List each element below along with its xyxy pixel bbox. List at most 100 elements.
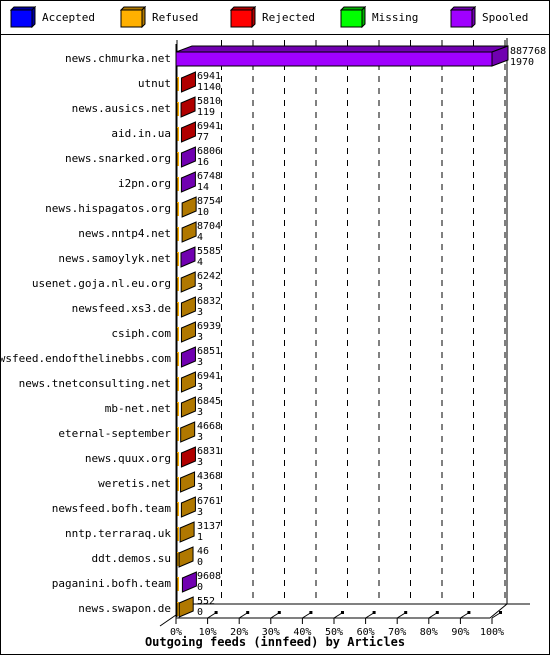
- bar: [180, 271, 196, 293]
- category-label: news.tnetconsulting.net: [19, 377, 171, 390]
- bar-row: news.quux.org 68313: [85, 446, 221, 468]
- offered-value-label: 5585: [197, 246, 221, 257]
- offered-value-label: 6832: [197, 296, 221, 307]
- category-label: news.snarked.org: [65, 152, 171, 165]
- bar: [180, 396, 196, 418]
- bar-row: news.chmurka.net 8877681970: [65, 45, 546, 68]
- offered-value-label: 6242: [197, 271, 221, 282]
- bar: [180, 171, 196, 193]
- bar-row: mb-net.net 68453: [105, 396, 221, 418]
- category-label: news.chmurka.net: [65, 52, 171, 65]
- category-label: paganini.bofh.team: [52, 577, 172, 590]
- bar: [181, 571, 197, 593]
- bar: [180, 296, 196, 318]
- bar-row: aid.in.ua 694177: [111, 121, 221, 143]
- accepted-value-label: 0: [197, 557, 203, 568]
- x-axis-title: Outgoing feeds (innfeed) by Articles: [145, 635, 405, 649]
- offered-value-label: 6941: [197, 71, 221, 82]
- bar-row: news.samoylyk.net 55854: [58, 246, 221, 268]
- accepted-value-label: 1140: [197, 82, 221, 93]
- x-tick-marker: [214, 611, 218, 614]
- accepted-value-label: 10: [197, 207, 209, 218]
- category-label: news.swapon.de: [78, 602, 171, 615]
- bar-row: news.snarked.org 680616: [65, 146, 221, 168]
- bar-row: news.tnetconsulting.net 69413: [19, 371, 221, 393]
- accepted-value-label: 1: [197, 532, 203, 543]
- x-tick-depth: [460, 612, 469, 619]
- accepted-value-label: 3: [197, 432, 203, 443]
- x-tick-depth: [270, 612, 280, 619]
- accepted-value-label: 3: [197, 482, 203, 493]
- category-label: newsfeed.endofthelinebbs.com: [0, 352, 171, 365]
- category-label: news.hispagatos.org: [45, 202, 171, 215]
- bar: [178, 546, 194, 568]
- bar-row: usenet.goja.nl.eu.org 62423: [32, 271, 221, 293]
- bar: [180, 371, 196, 393]
- offered-value-label: 6851: [197, 346, 221, 357]
- accepted-value-label: 14: [197, 182, 209, 193]
- bar: [180, 471, 196, 493]
- offered-value-label: 6748: [197, 171, 221, 182]
- category-label: newsfeed.xs3.de: [72, 302, 171, 315]
- category-label: news.quux.org: [85, 452, 171, 465]
- accepted-value-label: 4: [197, 257, 203, 268]
- x-tick-marker: [341, 611, 344, 614]
- bar-row: news.nntp4.net 87044: [78, 221, 221, 243]
- bar-row: utnut 69411140: [138, 71, 221, 93]
- bar: [180, 346, 196, 368]
- bar-row: ddt.demos.su 460: [92, 546, 210, 568]
- bar: [180, 421, 196, 443]
- offered-value-label: 4668: [197, 421, 221, 432]
- x-tick-marker: [404, 611, 408, 614]
- x-tick-marker: [372, 611, 376, 614]
- bar-row: weretis.net 43683: [98, 471, 221, 493]
- bar-top: [175, 45, 509, 53]
- offered-value-label: 5810: [197, 96, 221, 107]
- bar-row: newsfeed.xs3.de 68323: [72, 296, 221, 318]
- axis-front-right-depth: [489, 603, 508, 619]
- x-tick-depth: [333, 612, 343, 619]
- offered-value-label: 4368: [197, 471, 221, 482]
- bar-row: news.hispagatos.org 875410: [45, 196, 221, 218]
- x-tick-depth: [365, 612, 374, 619]
- bar-row: paganini.bofh.team 96080: [52, 571, 221, 593]
- bar-row: news.swapon.de 5520: [78, 596, 215, 618]
- category-label: nntp.terraraq.uk: [65, 527, 171, 540]
- bar: [178, 596, 194, 618]
- category-label: news.nntp4.net: [78, 227, 171, 240]
- category-label: news.samoylyk.net: [58, 252, 171, 265]
- category-label: i2pn.org: [118, 177, 171, 190]
- bar: [180, 146, 196, 168]
- accepted-value-label: 3: [197, 307, 203, 318]
- bar-row: nntp.terraraq.uk 31371: [65, 521, 221, 543]
- category-label: aid.in.ua: [111, 127, 171, 140]
- bar: [181, 221, 197, 243]
- accepted-value-label: 3: [197, 332, 203, 343]
- offered-value-label: 46: [197, 546, 209, 557]
- offered-value-label: 8754: [197, 196, 221, 207]
- offered-value-label: 6761: [197, 496, 221, 507]
- bar-row: i2pn.org 674814: [118, 171, 221, 193]
- accepted-value-label: 0: [197, 607, 203, 618]
- offered-value-label: 887768: [510, 46, 546, 57]
- bar: [180, 96, 196, 118]
- accepted-value-label: 119: [197, 107, 215, 118]
- bar-row: csiph.com 69393: [111, 321, 221, 343]
- x-tick-marker: [435, 611, 439, 614]
- accepted-value-label: 3: [197, 382, 203, 393]
- offered-value-label: 8704: [197, 221, 221, 232]
- bar-row: eternal-september 46683: [58, 421, 221, 443]
- offered-value-label: 6831: [197, 446, 221, 457]
- offered-value-label: 6939: [197, 321, 221, 332]
- bar-row: newsfeed.bofh.team 67613: [52, 496, 221, 518]
- x-tick-marker: [309, 611, 313, 614]
- accepted-value-label: 0: [197, 582, 203, 593]
- category-label: usenet.goja.nl.eu.org: [32, 277, 171, 290]
- bar: [180, 496, 196, 518]
- x-tick-label: 100%: [480, 627, 504, 638]
- bar: [180, 71, 196, 93]
- x-tick-marker: [467, 611, 471, 614]
- accepted-value-label: 3: [197, 457, 203, 468]
- accepted-value-label: 4: [197, 232, 203, 243]
- bar: [175, 51, 493, 67]
